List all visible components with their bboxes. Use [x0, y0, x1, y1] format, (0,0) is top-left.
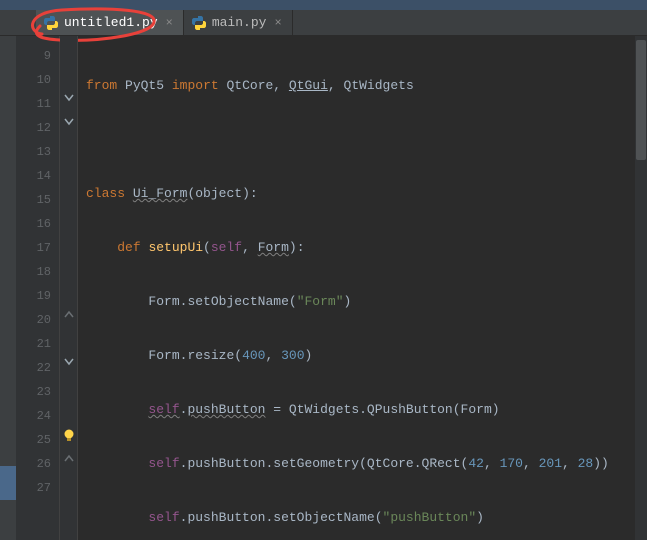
- line-number: 14: [16, 164, 59, 188]
- line-number: 22: [16, 356, 59, 380]
- line-number: 16: [16, 212, 59, 236]
- line-number-gutter: 9 10 11 12 13 14 15 16 17 18 19 20 21 22…: [16, 36, 60, 540]
- fold-expanded-icon[interactable]: [63, 356, 75, 368]
- code-line[interactable]: self.pushButton.setObjectName("pushButto…: [78, 506, 647, 530]
- titlebar-strip: [0, 0, 647, 10]
- code-line[interactable]: self.pushButton.setGeometry(QtCore.QRect…: [78, 452, 647, 476]
- code-line[interactable]: def setupUi(self, Form):: [78, 236, 647, 260]
- line-number: 12: [16, 116, 59, 140]
- line-number: 27: [16, 476, 59, 500]
- code-line[interactable]: Form.setObjectName("Form"): [78, 290, 647, 314]
- line-number: 15: [16, 188, 59, 212]
- fold-expanded-icon[interactable]: [63, 116, 75, 128]
- editor-tabs: untitled1.py × main.py ×: [0, 10, 647, 36]
- fold-expanded-icon[interactable]: [63, 92, 75, 104]
- line-number: 11: [16, 92, 59, 116]
- code-line[interactable]: Form.resize(400, 300): [78, 344, 647, 368]
- line-number: 23: [16, 380, 59, 404]
- intention-bulb-icon[interactable]: [61, 428, 77, 444]
- line-number: 17: [16, 236, 59, 260]
- line-number: 24: [16, 404, 59, 428]
- tab-label: main.py: [212, 15, 267, 30]
- code-line[interactable]: class Ui_Form(object):: [78, 182, 647, 206]
- scrollbar-thumb[interactable]: [636, 40, 646, 160]
- python-file-icon: [192, 16, 206, 30]
- code-area[interactable]: from PyQt5 import QtCore, QtGui, QtWidge…: [78, 36, 647, 540]
- line-number: 25: [16, 428, 59, 452]
- line-number: 20: [16, 308, 59, 332]
- code-line[interactable]: [78, 128, 647, 152]
- line-number: 9: [16, 44, 59, 68]
- line-number: 13: [16, 140, 59, 164]
- line-number: 18: [16, 260, 59, 284]
- vertical-scrollbar[interactable]: [635, 36, 647, 540]
- fold-end-icon[interactable]: [63, 308, 75, 320]
- close-icon[interactable]: ×: [164, 17, 175, 29]
- editor-area: 9 10 11 12 13 14 15 16 17 18 19 20 21 22…: [0, 36, 647, 540]
- tab-main[interactable]: main.py ×: [184, 10, 293, 35]
- fold-gutter: [60, 36, 78, 540]
- python-file-icon: [44, 16, 58, 30]
- tab-untitled1[interactable]: untitled1.py ×: [36, 10, 184, 35]
- line-number: 19: [16, 284, 59, 308]
- tab-label: untitled1.py: [64, 15, 158, 30]
- structure-tool-marker[interactable]: [0, 466, 16, 500]
- fold-end-icon[interactable]: [63, 452, 75, 464]
- code-line[interactable]: self.pushButton = QtWidgets.QPushButton(…: [78, 398, 647, 422]
- close-icon[interactable]: ×: [272, 17, 283, 29]
- fold-end-icon: [48, 452, 60, 464]
- left-tool-strip: [0, 36, 16, 540]
- line-number: 21: [16, 332, 59, 356]
- code-line[interactable]: from PyQt5 import QtCore, QtGui, QtWidge…: [78, 74, 647, 98]
- line-number: 10: [16, 68, 59, 92]
